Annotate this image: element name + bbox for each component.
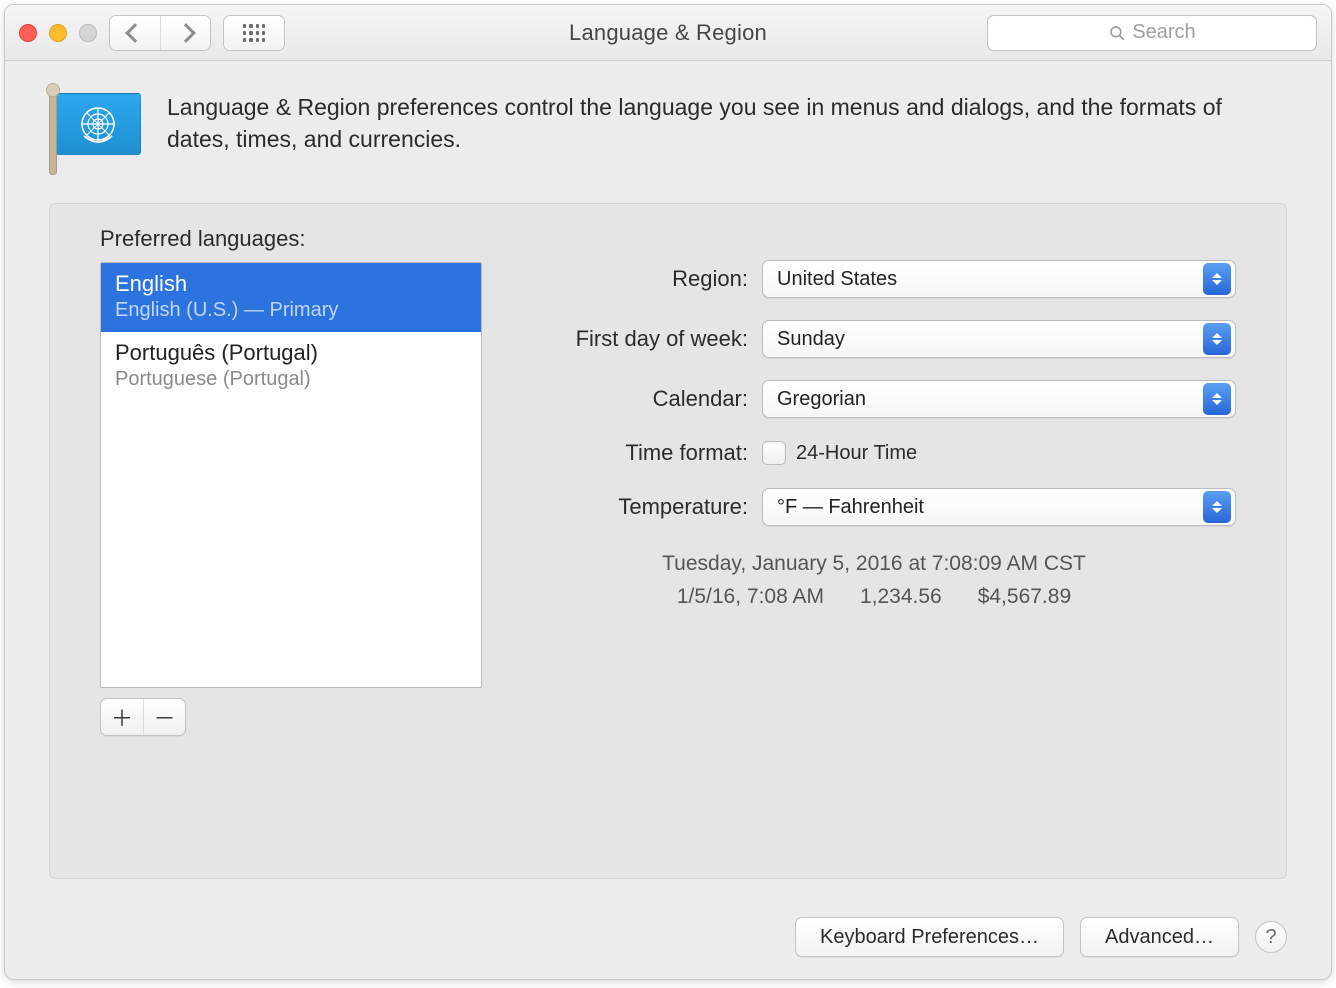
region-settings: Region: United States First day of week:… bbox=[512, 226, 1236, 852]
24-hour-checkbox[interactable] bbox=[762, 441, 786, 465]
stepper-arrows-icon bbox=[1203, 263, 1231, 295]
window-title: Language & Region bbox=[569, 20, 767, 46]
format-previews: Tuesday, January 5, 2016 at 7:08:09 AM C… bbox=[512, 548, 1236, 613]
language-list[interactable]: English English (U.S.) — Primary Portugu… bbox=[100, 262, 482, 688]
language-sublabel: Portuguese (Portugal) bbox=[115, 368, 467, 391]
chevron-right-icon bbox=[176, 23, 196, 43]
temperature-label: Temperature: bbox=[512, 494, 762, 520]
bottom-bar: Keyboard Preferences… Advanced… ? bbox=[5, 899, 1331, 979]
calendar-label: Calendar: bbox=[512, 386, 762, 412]
stepper-arrows-icon bbox=[1203, 383, 1231, 415]
search-icon bbox=[1108, 24, 1126, 42]
settings-panel: Preferred languages: English English (U.… bbox=[49, 203, 1287, 879]
chevron-left-icon bbox=[125, 23, 145, 43]
window: Language & Region Search bbox=[4, 4, 1332, 980]
forward-button[interactable] bbox=[160, 16, 210, 50]
help-button[interactable]: ? bbox=[1255, 921, 1287, 953]
stepper-arrows-icon bbox=[1203, 323, 1231, 355]
back-button[interactable] bbox=[110, 16, 160, 50]
calendar-value: Gregorian bbox=[777, 388, 866, 411]
search-placeholder: Search bbox=[1132, 21, 1195, 44]
preview-long-date: Tuesday, January 5, 2016 at 7:08:09 AM C… bbox=[512, 548, 1236, 581]
minimize-window-button[interactable] bbox=[49, 24, 67, 42]
content: Language & Region preferences control th… bbox=[5, 61, 1331, 899]
grid-icon bbox=[243, 24, 265, 42]
remove-language-button[interactable]: － bbox=[143, 699, 185, 735]
un-emblem-icon bbox=[74, 100, 122, 148]
add-remove-languages: ＋ － bbox=[100, 698, 186, 736]
language-sublabel: English (U.S.) — Primary bbox=[115, 299, 467, 322]
language-region-icon bbox=[49, 91, 141, 177]
advanced-button[interactable]: Advanced… bbox=[1080, 917, 1239, 957]
intro-text: Language & Region preferences control th… bbox=[167, 91, 1227, 155]
stepper-arrows-icon bbox=[1203, 491, 1231, 523]
add-language-button[interactable]: ＋ bbox=[101, 699, 143, 735]
region-value: United States bbox=[777, 268, 897, 291]
temperature-value: °F — Fahrenheit bbox=[777, 496, 924, 519]
preview-short-date: 1/5/16, 7:08 AM bbox=[677, 581, 824, 614]
language-name: English bbox=[115, 271, 467, 297]
titlebar: Language & Region Search bbox=[5, 5, 1331, 61]
show-all-button[interactable] bbox=[224, 16, 284, 50]
language-name: Português (Portugal) bbox=[115, 340, 467, 366]
preferred-languages-section: Preferred languages: English English (U.… bbox=[100, 226, 482, 852]
language-item-portuguese[interactable]: Português (Portugal) Portuguese (Portuga… bbox=[101, 332, 481, 401]
traffic-lights bbox=[19, 24, 97, 42]
intro-row: Language & Region preferences control th… bbox=[49, 91, 1287, 177]
calendar-popup[interactable]: Gregorian bbox=[762, 380, 1236, 418]
close-window-button[interactable] bbox=[19, 24, 37, 42]
region-popup[interactable]: United States bbox=[762, 260, 1236, 298]
nav-buttons bbox=[109, 15, 211, 51]
first-day-value: Sunday bbox=[777, 328, 845, 351]
24-hour-label: 24-Hour Time bbox=[796, 442, 917, 465]
first-day-label: First day of week: bbox=[512, 326, 762, 352]
region-label: Region: bbox=[512, 266, 762, 292]
language-item-english[interactable]: English English (U.S.) — Primary bbox=[101, 263, 481, 332]
preview-currency: $4,567.89 bbox=[978, 581, 1071, 614]
time-format-label: Time format: bbox=[512, 440, 762, 466]
first-day-popup[interactable]: Sunday bbox=[762, 320, 1236, 358]
search-input[interactable]: Search bbox=[987, 15, 1317, 51]
preview-number: 1,234.56 bbox=[860, 581, 942, 614]
zoom-window-button bbox=[79, 24, 97, 42]
keyboard-preferences-button[interactable]: Keyboard Preferences… bbox=[795, 917, 1064, 957]
preferred-languages-label: Preferred languages: bbox=[100, 226, 482, 252]
temperature-popup[interactable]: °F — Fahrenheit bbox=[762, 488, 1236, 526]
show-all-container bbox=[223, 15, 285, 51]
